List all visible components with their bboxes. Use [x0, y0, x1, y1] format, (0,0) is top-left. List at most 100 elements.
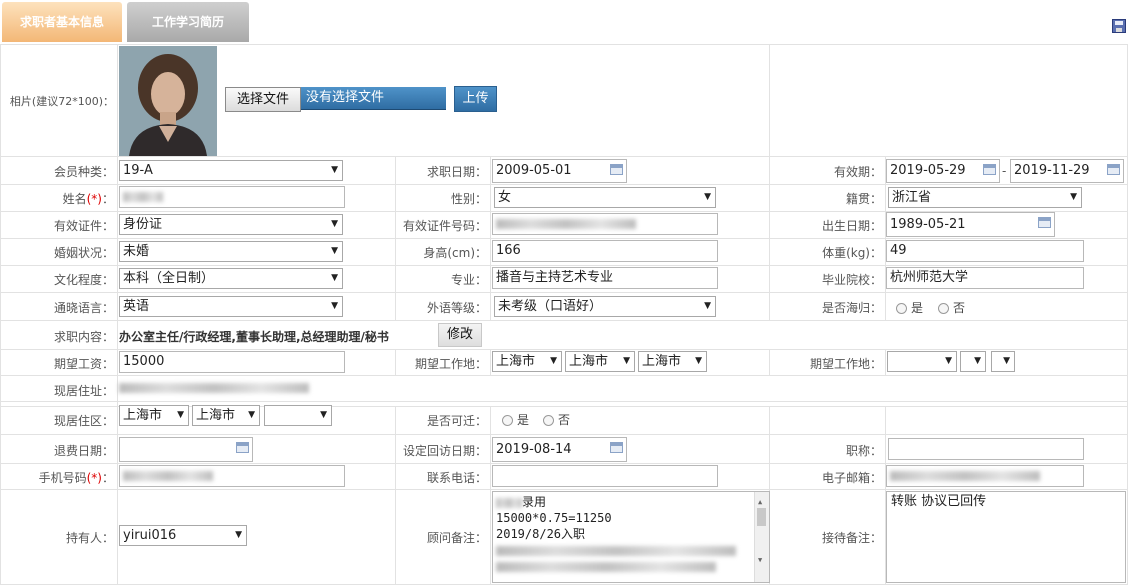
- calendar-icon[interactable]: [1038, 217, 1051, 228]
- radio-icon: [896, 303, 907, 314]
- valid-start-input[interactable]: 2019-05-29: [886, 159, 1000, 183]
- consultant-note-line-3: 2019/8/26入职: [496, 527, 586, 541]
- title-input[interactable]: [888, 438, 1084, 460]
- language-value: 英语: [123, 299, 150, 314]
- tab-basic-info[interactable]: 求职者基本信息: [2, 2, 122, 42]
- relocate-yes-radio[interactable]: 是: [502, 411, 529, 428]
- hometown-select[interactable]: 浙江省 ▼: [888, 187, 1082, 208]
- holder-value: yirui016: [123, 528, 177, 543]
- language-label: 通晓语言：: [53, 301, 114, 315]
- id-number-label: 有效证件号码：: [402, 219, 487, 233]
- address-label: 现居住址：: [53, 384, 114, 398]
- major-input[interactable]: 播音与主持艺术专业: [492, 267, 718, 289]
- chevron-down-icon: ▼: [331, 165, 338, 175]
- id-type-value: 身份证: [123, 217, 163, 232]
- birth-date-value: 1989-05-21: [890, 217, 966, 232]
- member-type-select[interactable]: 19-A ▼: [119, 160, 343, 181]
- valid-period-separator: -: [1002, 164, 1007, 178]
- major-label: 专业：: [450, 273, 487, 287]
- salary-input[interactable]: 15000: [119, 351, 345, 373]
- reception-note-textarea[interactable]: 转账 协议已回传: [886, 491, 1126, 583]
- title-label: 职称：: [845, 444, 882, 458]
- reception-note-label: 接待备注：: [821, 531, 882, 545]
- consultant-note-textarea[interactable]: 录用 15000*0.75=11250 2019/8/26入职 ▲ ▼: [492, 491, 770, 583]
- work-place-2-city-select[interactable]: ▼: [960, 351, 986, 372]
- returnee-yes-radio[interactable]: 是: [896, 299, 923, 316]
- scrollbar[interactable]: ▲ ▼: [754, 492, 769, 582]
- mobile-input[interactable]: [119, 465, 345, 487]
- marital-select[interactable]: 未婚 ▼: [119, 241, 343, 262]
- district-city-select[interactable]: 上海市 ▼: [192, 405, 260, 426]
- returnee-label: 是否海归：: [821, 301, 882, 315]
- apply-date-input[interactable]: 2009-05-01: [492, 159, 627, 183]
- mobile-label: 手机号码(*)：: [38, 471, 114, 485]
- relocate-no-radio[interactable]: 否: [543, 411, 570, 428]
- email-input[interactable]: [886, 465, 1084, 487]
- returnee-no-radio[interactable]: 否: [938, 299, 965, 316]
- height-label: 身高(cm)：: [423, 246, 487, 260]
- holder-label: 持有人：: [65, 531, 114, 545]
- valid-end-input[interactable]: 2019-11-29: [1010, 159, 1124, 183]
- calendar-icon[interactable]: [1107, 164, 1120, 175]
- id-type-select[interactable]: 身份证 ▼: [119, 214, 343, 235]
- chevron-down-icon: ▼: [1003, 356, 1010, 366]
- district-area-select[interactable]: ▼: [264, 405, 332, 426]
- salary-label: 期望工资：: [53, 357, 114, 371]
- foreign-level-select[interactable]: 未考级（口语好） ▼: [494, 296, 716, 317]
- refund-date-input[interactable]: [119, 437, 253, 462]
- radio-icon: [502, 415, 513, 426]
- valid-start-value: 2019-05-29: [890, 163, 966, 178]
- consultant-note-line-1: 录用: [496, 494, 766, 510]
- chevron-down-icon: ▼: [177, 410, 184, 420]
- birth-date-input[interactable]: 1989-05-21: [886, 212, 1055, 237]
- height-input[interactable]: 166: [492, 240, 718, 262]
- apply-date-value: 2009-05-01: [496, 163, 572, 178]
- address-input[interactable]: [119, 378, 349, 398]
- chevron-down-icon: ▼: [331, 219, 338, 229]
- work-place-province-select[interactable]: 上海市 ▼: [492, 351, 562, 372]
- calendar-icon[interactable]: [236, 442, 249, 453]
- calendar-icon[interactable]: [610, 442, 623, 453]
- work-place-2-province-select[interactable]: ▼: [887, 351, 957, 372]
- foreign-level-label: 外语等级：: [426, 301, 487, 315]
- district-label: 现居住区：: [53, 414, 114, 428]
- calendar-icon[interactable]: [610, 164, 623, 175]
- holder-select[interactable]: yirui016 ▼: [119, 525, 247, 546]
- edit-job-content-button[interactable]: 修改: [438, 323, 482, 347]
- hometown-label: 籍贯：: [845, 192, 882, 206]
- school-input[interactable]: 杭州师范大学: [886, 267, 1084, 289]
- gender-select[interactable]: 女 ▼: [494, 187, 716, 208]
- member-type-value: 19-A: [123, 163, 153, 178]
- radio-icon: [938, 303, 949, 314]
- calendar-icon[interactable]: [983, 164, 996, 175]
- weight-input[interactable]: 49: [886, 240, 1084, 262]
- language-select[interactable]: 英语 ▼: [119, 296, 343, 317]
- work-place-district-select[interactable]: 上海市 ▼: [638, 351, 707, 372]
- tab-work-study-resume[interactable]: 工作学习简历: [127, 2, 249, 42]
- chevron-down-icon: ▼: [320, 410, 327, 420]
- work-place-city-select[interactable]: 上海市 ▼: [565, 351, 635, 372]
- chevron-down-icon: ▼: [235, 530, 242, 540]
- job-content-label: 求职内容：: [53, 330, 114, 344]
- id-type-label: 有效证件：: [53, 219, 114, 233]
- id-number-input[interactable]: [492, 213, 718, 235]
- name-input[interactable]: [119, 186, 345, 208]
- work-place-2-district-select[interactable]: ▼: [991, 351, 1015, 372]
- save-icon[interactable]: [1112, 19, 1126, 33]
- refund-date-label: 退费日期：: [53, 444, 114, 458]
- phone-input[interactable]: [492, 465, 718, 487]
- chevron-down-icon: ▼: [550, 356, 557, 366]
- revisit-date-input[interactable]: 2019-08-14: [492, 437, 627, 462]
- chevron-down-icon: ▼: [945, 356, 952, 366]
- valid-period-label: 有效期：: [833, 165, 882, 179]
- education-select[interactable]: 本科（全日制） ▼: [119, 268, 343, 289]
- apply-date-label: 求职日期：: [426, 165, 487, 179]
- choose-file-button[interactable]: 选择文件: [225, 87, 301, 112]
- upload-button[interactable]: 上传: [454, 86, 497, 112]
- chevron-down-icon: ▼: [248, 410, 255, 420]
- consultant-note-label: 顾问备注：: [426, 531, 487, 545]
- foreign-level-value: 未考级（口语好）: [498, 299, 603, 314]
- photo-label: 相片(建议72*100)：: [9, 95, 114, 108]
- district-province-select[interactable]: 上海市 ▼: [119, 405, 189, 426]
- phone-label: 联系电话：: [426, 471, 487, 485]
